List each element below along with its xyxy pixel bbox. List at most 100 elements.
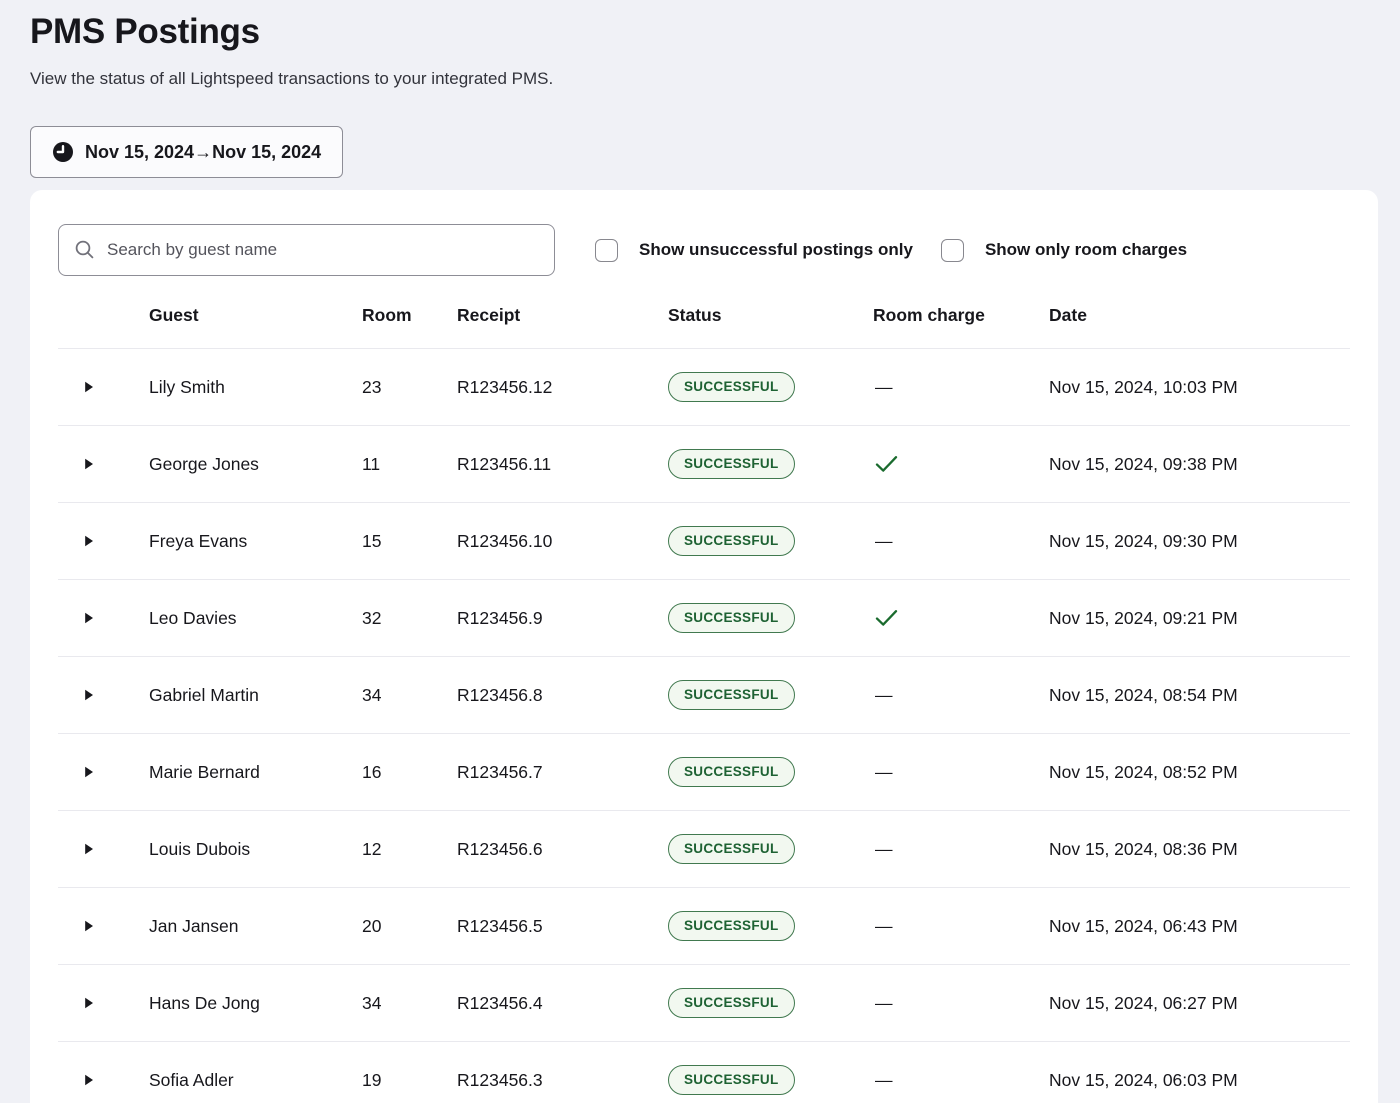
expand-row-button[interactable]	[80, 839, 98, 859]
room-number: 32	[362, 608, 457, 629]
caret-right-icon	[84, 689, 94, 701]
posting-date: Nov 15, 2024, 08:54 PM	[1049, 685, 1350, 706]
room-number: 11	[362, 454, 457, 475]
caret-right-icon	[84, 381, 94, 393]
status-badge: SUCCESSFUL	[668, 834, 795, 865]
guest-name: Freya Evans	[149, 531, 362, 552]
room-charge-cell: —	[873, 993, 1049, 1014]
posting-date: Nov 15, 2024, 09:30 PM	[1049, 531, 1350, 552]
filter-room-charges-only[interactable]: Show only room charges	[941, 239, 1187, 262]
posting-date: Nov 15, 2024, 10:03 PM	[1049, 377, 1350, 398]
room-charge-cell: —	[873, 377, 1049, 398]
no-room-charge-dash: —	[875, 1070, 893, 1091]
pms-postings-page: PMS Postings View the status of all Ligh…	[0, 0, 1400, 1103]
header-room: Room	[362, 305, 457, 326]
room-charge-cell: —	[873, 762, 1049, 783]
guest-name: Lily Smith	[149, 377, 362, 398]
caret-right-icon	[84, 535, 94, 547]
status-badge: SUCCESSFUL	[668, 1065, 795, 1096]
table-row: Lily Smith23R123456.12SUCCESSFUL—Nov 15,…	[58, 349, 1350, 426]
no-room-charge-dash: —	[875, 531, 893, 552]
expand-row-button[interactable]	[80, 993, 98, 1013]
checkbox-unsuccessful-icon[interactable]	[595, 239, 618, 262]
filter-unsuccessful-label: Show unsuccessful postings only	[639, 240, 913, 260]
caret-right-icon	[84, 843, 94, 855]
receipt-number: R123456.5	[457, 916, 668, 937]
posting-date: Nov 15, 2024, 06:03 PM	[1049, 1070, 1350, 1091]
receipt-number: R123456.10	[457, 531, 668, 552]
room-charge-cell: —	[873, 1070, 1049, 1091]
expand-row-button[interactable]	[80, 377, 98, 397]
room-number: 23	[362, 377, 457, 398]
guest-name: Gabriel Martin	[149, 685, 362, 706]
expand-row-button[interactable]	[80, 1070, 98, 1090]
no-room-charge-dash: —	[875, 993, 893, 1014]
receipt-number: R123456.8	[457, 685, 668, 706]
room-number: 20	[362, 916, 457, 937]
room-number: 34	[362, 993, 457, 1014]
filters-bar: Show unsuccessful postings only Show onl…	[58, 224, 1350, 276]
header-receipt: Receipt	[457, 305, 668, 326]
table-row: Sofia Adler19R123456.3SUCCESSFUL—Nov 15,…	[58, 1042, 1350, 1103]
posting-date: Nov 15, 2024, 08:52 PM	[1049, 762, 1350, 783]
room-charge-cell	[873, 609, 1049, 627]
room-charge-cell	[873, 455, 1049, 473]
receipt-number: R123456.4	[457, 993, 668, 1014]
search-box[interactable]	[58, 224, 555, 276]
caret-right-icon	[84, 1074, 94, 1086]
expand-row-button[interactable]	[80, 916, 98, 936]
date-range-label: Nov 15, 2024→Nov 15, 2024	[85, 142, 321, 163]
header-guest: Guest	[149, 305, 362, 326]
caret-right-icon	[84, 766, 94, 778]
table-row: Leo Davies32R123456.9SUCCESSFULNov 15, 2…	[58, 580, 1350, 657]
no-room-charge-dash: —	[875, 762, 893, 783]
expand-row-button[interactable]	[80, 454, 98, 474]
page-subtitle: View the status of all Lightspeed transa…	[30, 69, 1378, 89]
receipt-number: R123456.3	[457, 1070, 668, 1091]
expand-row-button[interactable]	[80, 762, 98, 782]
room-number: 12	[362, 839, 457, 860]
posting-date: Nov 15, 2024, 06:43 PM	[1049, 916, 1350, 937]
header-room-charge: Room charge	[873, 305, 1049, 326]
guest-name: Sofia Adler	[149, 1070, 362, 1091]
room-number: 34	[362, 685, 457, 706]
filter-unsuccessful-only[interactable]: Show unsuccessful postings only	[595, 239, 913, 262]
expand-row-button[interactable]	[80, 685, 98, 705]
guest-name: Hans De Jong	[149, 993, 362, 1014]
room-number: 15	[362, 531, 457, 552]
posting-date: Nov 15, 2024, 08:36 PM	[1049, 839, 1350, 860]
table-header: Guest Room Receipt Status Room charge Da…	[58, 276, 1350, 349]
table-row: Gabriel Martin34R123456.8SUCCESSFUL —Nov …	[58, 657, 1350, 734]
posting-date: Nov 15, 2024, 06:27 PM	[1049, 993, 1350, 1014]
status-badge: SUCCESSFUL	[668, 372, 795, 403]
status-badge: SUCCESSFUL	[668, 603, 795, 634]
postings-card: Show unsuccessful postings only Show onl…	[30, 190, 1378, 1103]
date-range-button[interactable]: Nov 15, 2024→Nov 15, 2024	[30, 126, 343, 178]
checkbox-room-charges-icon[interactable]	[941, 239, 964, 262]
receipt-number: R123456.6	[457, 839, 668, 860]
posting-date: Nov 15, 2024, 09:21 PM	[1049, 608, 1350, 629]
guest-name: Jan Jansen	[149, 916, 362, 937]
table-row: Louis Dubois12R123456.6SUCCESSFUL —Nov 15…	[58, 811, 1350, 888]
receipt-number: R123456.7	[457, 762, 668, 783]
room-charge-cell: —	[873, 685, 1049, 706]
expand-row-button[interactable]	[80, 531, 98, 551]
table-row: Jan Jansen20R123456.5SUCCESSFUL—Nov 15, …	[58, 888, 1350, 965]
header-status: Status	[668, 305, 873, 326]
search-input[interactable]	[58, 224, 555, 276]
table-body: Lily Smith23R123456.12SUCCESSFUL—Nov 15,…	[58, 349, 1350, 1103]
caret-right-icon	[84, 458, 94, 470]
status-badge: SUCCESSFUL	[668, 680, 795, 711]
checkmark-icon	[875, 455, 898, 473]
expand-row-button[interactable]	[80, 608, 98, 628]
guest-name: Louis Dubois	[149, 839, 362, 860]
room-number: 16	[362, 762, 457, 783]
room-charge-cell: —	[873, 839, 1049, 860]
table-row: Hans De Jong34R123456.4SUCCESSFUL—Nov 15…	[58, 965, 1350, 1042]
caret-right-icon	[84, 997, 94, 1009]
room-charge-cell: —	[873, 531, 1049, 552]
filter-room-charges-label: Show only room charges	[985, 240, 1187, 260]
status-badge: SUCCESSFUL	[668, 526, 795, 557]
caret-right-icon	[84, 920, 94, 932]
header-date: Date	[1049, 305, 1350, 326]
